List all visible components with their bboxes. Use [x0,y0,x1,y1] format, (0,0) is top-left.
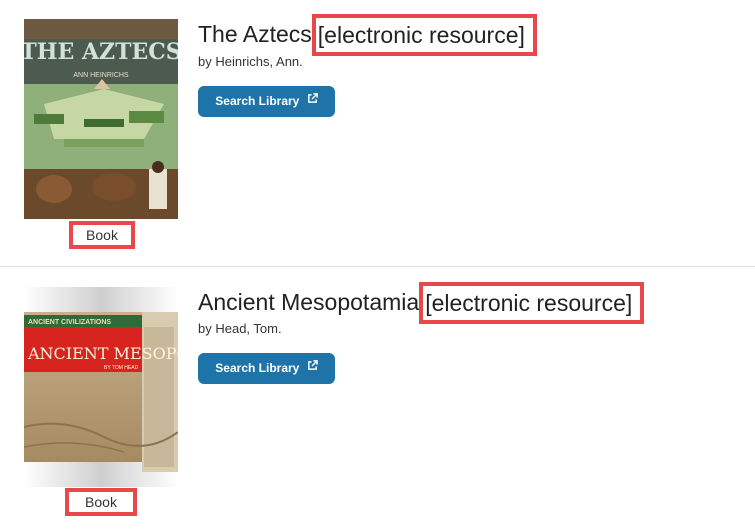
title-qualifier: [electronic resource] [419,282,645,324]
search-library-button[interactable]: Search Library [198,353,335,384]
format-label: Book [65,488,137,516]
title-text[interactable]: Ancient Mesopotamia [198,288,419,316]
external-link-icon [307,352,318,383]
book-cover-image[interactable]: ANCIENT CIVILIZATIONS ANCIENT MESOPOTAMI… [24,287,178,487]
external-link-icon [307,85,318,116]
cover-series-text: ANCIENT CIVILIZATIONS [28,319,111,326]
format-label: Book [69,221,135,249]
author-text: by Heinrichs, Ann. [198,54,303,69]
search-library-button[interactable]: Search Library [198,86,335,117]
search-result-item: THE AZTECS ANN HEINRICHS Book The Aztecs… [0,0,755,266]
search-library-label: Search Library [215,361,300,375]
author-text: by Head, Tom. [198,321,282,336]
cover-author-text: ANN HEINRICHS [73,72,129,79]
cover-title-text: ANCIENT MESOPOTAMIA [27,344,178,363]
search-library-label: Search Library [215,94,300,108]
book-cover-image[interactable]: THE AZTECS ANN HEINRICHS [24,19,178,219]
cover-title-text: THE AZTECS [24,39,178,65]
title-text[interactable]: The Aztecs [198,20,312,48]
cover-author-text: BY TOM HEAD [104,365,139,371]
title-qualifier: [electronic resource] [311,14,537,56]
search-result-item: ANCIENT CIVILIZATIONS ANCIENT MESOPOTAMI… [0,267,755,531]
